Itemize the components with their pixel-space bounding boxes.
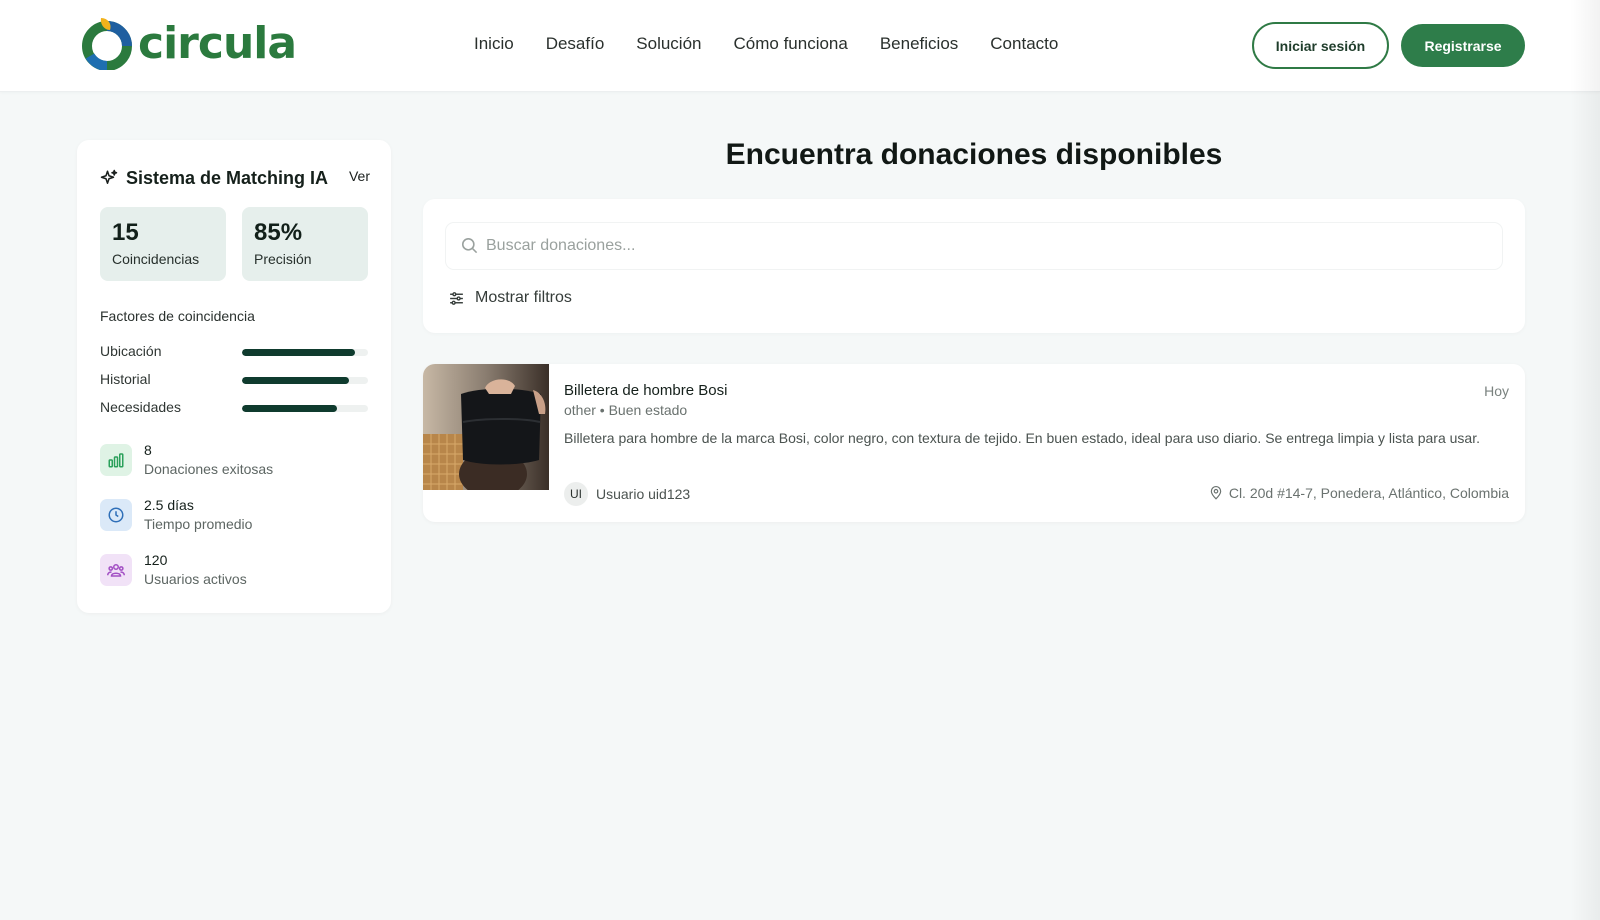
nav-item-desafio[interactable]: Desafío [546,34,605,54]
factor-label: Ubicación [100,343,162,359]
factor-label: Historial [100,371,151,387]
avatar: UI [564,482,588,506]
metric-value: 120 [144,552,168,568]
metric-label: Usuarios activos [144,571,247,587]
factors-title: Factores de coincidencia [100,308,255,324]
stat-value: 85% [254,219,303,246]
donation-user[interactable]: UI Usuario uid123 [564,482,690,506]
donation-subtitle: other • Buen estado [564,402,688,418]
main-nav: Inicio Desafío Solución Cómo funciona Be… [474,34,1090,54]
circula-logo-icon [82,18,132,70]
matching-sidebar: Sistema de Matching IA Ver 15 Coincidenc… [77,140,391,613]
donation-card[interactable]: Billetera de hombre Bosi other • Buen es… [423,364,1525,522]
factor-bar [242,405,368,412]
location-text: Cl. 20d #14-7, Ponedera, Atlántico, Colo… [1228,485,1509,501]
search-icon [461,237,478,254]
stat-precision: 85% Precisión [242,207,368,281]
factor-label: Necesidades [100,399,181,415]
users-icon [100,554,132,586]
metric-avg-time: 2.5 días Tiempo promedio [100,497,370,535]
factor-row: Ubicación [100,343,370,361]
page-title: Encuentra donaciones disponibles [725,138,1223,171]
donation-title: Billetera de hombre Bosi [564,382,728,399]
search-card: Mostrar filtros [423,199,1525,333]
brand-logo[interactable]: circula [82,16,297,70]
metric-label: Donaciones exitosas [144,461,274,477]
metric-value: 8 [144,442,152,458]
nav-item-contacto[interactable]: Contacto [990,34,1058,54]
location-pin-icon [1210,486,1222,500]
donation-location: Cl. 20d #14-7, Ponedera, Atlántico, Colo… [1209,485,1509,501]
show-filters-button[interactable]: Mostrar filtros [448,287,572,309]
donation-date: Hoy [1484,383,1509,399]
donation-photo [423,364,549,490]
login-button[interactable]: Iniciar sesión [1252,22,1389,69]
metric-label: Tiempo promedio [144,516,253,532]
show-filters-label: Mostrar filtros [475,289,572,306]
factor-bar [242,349,368,356]
clock-icon [100,499,132,531]
factor-bar-fill [242,405,337,412]
search-input[interactable] [486,223,1486,269]
brand-name: circula [138,17,297,69]
user-name: Usuario uid123 [596,486,691,502]
nav-item-como-funciona[interactable]: Cómo funciona [734,34,848,54]
view-link[interactable]: Ver [349,168,370,184]
factor-bar-fill [242,377,350,384]
sidebar-header: Sistema de Matching IA Ver [100,165,370,191]
sparkles-icon [100,169,118,184]
bar-chart-icon [100,444,132,476]
factor-bar [242,377,368,384]
register-button[interactable]: Registrarse [1401,24,1525,67]
stat-value: 15 [112,219,139,246]
window-edge-shadow [1570,0,1600,920]
sliders-icon [450,291,463,305]
metric-active-users: 120 Usuarios activos [100,552,370,590]
donation-description: Billetera para hombre de la marca Bosi, … [564,430,1480,446]
nav-item-inicio[interactable]: Inicio [474,34,514,54]
factor-bar-fill [242,349,356,356]
top-header: circula Inicio Desafío Solución Cómo fun… [0,0,1600,92]
nav-item-solucion[interactable]: Solución [636,34,701,54]
metric-value: 2.5 días [144,497,194,513]
stat-label: Precisión [254,251,312,267]
sidebar-title: Sistema de Matching IA [126,167,329,188]
metric-donations: 8 Donaciones exitosas [100,442,370,480]
search-box[interactable] [446,223,1502,269]
factor-row: Historial [100,371,370,389]
stat-matches: 15 Coincidencias [100,207,226,281]
nav-item-beneficios[interactable]: Beneficios [880,34,958,54]
factor-row: Necesidades [100,399,370,417]
stat-label: Coincidencias [112,251,200,267]
